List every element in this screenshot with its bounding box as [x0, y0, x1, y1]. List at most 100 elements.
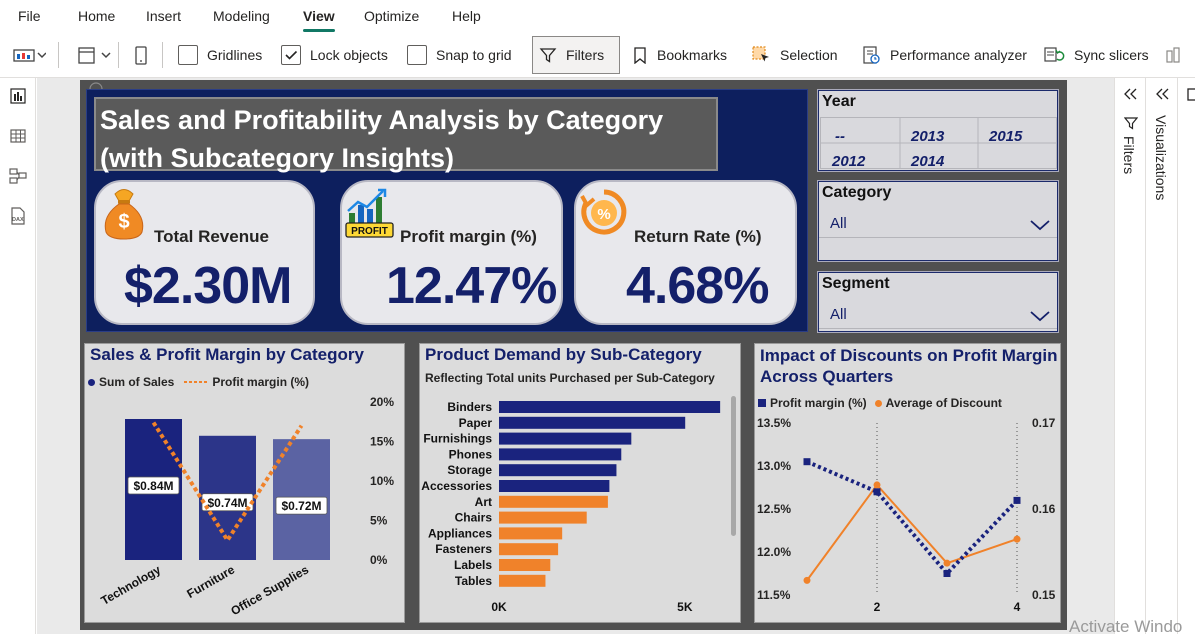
selection-icon [752, 46, 769, 62]
table-view-icon[interactable] [8, 126, 28, 146]
report-title: Sales and Profitability Analysis by Cate… [100, 105, 664, 173]
active-tab-indicator [303, 29, 335, 32]
data-label: $0.74M [207, 496, 247, 510]
y-tick-label: Appliances [428, 526, 492, 540]
kpi-label: Profit margin (%) [400, 227, 537, 246]
more-ribbon-button[interactable] [1158, 36, 1190, 74]
y-tick-label: Tables [455, 574, 492, 588]
segment-slicer: Segment All [817, 271, 1059, 333]
gridlines-checkbox[interactable] [178, 45, 198, 65]
demand-bar [499, 480, 610, 492]
kpi-label: Total Revenue [154, 227, 269, 246]
report-title-box[interactable]: Sales and Profitability Analysis by Cate… [94, 97, 718, 173]
sync-slicers-button[interactable]: Sync slicers [1037, 36, 1155, 74]
snap-to-grid-checkbox[interactable] [407, 45, 427, 65]
y2-tick-label: 10% [370, 474, 394, 488]
demand-bar [499, 416, 686, 429]
demand-bar [499, 574, 546, 587]
category-chart-panel[interactable]: Sales & Profit Margin by Category Sum of… [84, 343, 405, 623]
profit-margin-point [943, 570, 951, 577]
y-tick-label: 11.5% [757, 588, 791, 602]
y-tick-label: Binders [447, 400, 492, 414]
category-dropdown[interactable]: All [819, 209, 1057, 238]
dropdown-value: All [830, 306, 847, 323]
page-view-button[interactable] [6, 36, 52, 74]
scrollbar[interactable] [731, 396, 736, 536]
menu-file[interactable]: File [18, 8, 41, 24]
discount-point [803, 576, 811, 584]
y-tick-label: Furnishings [423, 432, 492, 446]
separator [162, 42, 163, 68]
lock-objects-checkbox[interactable] [281, 45, 301, 65]
demand-bar [499, 432, 632, 445]
menu-optimize[interactable]: Optimize [364, 8, 419, 24]
y-tick-label: Paper [459, 416, 493, 430]
y2-tick-label: 0.15 [1032, 588, 1056, 602]
x-tick-label: 0K [491, 600, 507, 614]
discount-chart-panel[interactable]: Impact of Discounts on Profit Margin Acr… [754, 343, 1061, 623]
kpi-value: 4.68% [626, 257, 769, 315]
kpi-label: Return Rate (%) [634, 227, 762, 246]
kpi-card-total-revenue[interactable]: $ Total Revenue $2.30M [94, 180, 315, 325]
selection-button[interactable]: Selection [745, 36, 844, 74]
y2-tick-label: 5% [370, 514, 388, 528]
menu-help[interactable]: Help [452, 8, 481, 24]
year-option[interactable]: 2014 [911, 153, 944, 170]
menu-modeling[interactable]: Modeling [213, 8, 270, 24]
gridlines-toggle[interactable]: Gridlines [172, 36, 268, 74]
svg-text:%: % [597, 206, 610, 223]
menu-insert[interactable]: Insert [146, 8, 181, 24]
demand-bar [499, 527, 563, 540]
return-percent-icon: % [580, 189, 627, 235]
discount-point [943, 559, 951, 567]
filters-pane-collapsed[interactable]: Filters [1115, 78, 1146, 634]
expand-chevrons-icon[interactable] [1123, 88, 1137, 100]
page-layout-button[interactable] [68, 36, 118, 74]
year-option[interactable]: -- [835, 128, 845, 145]
dropdown-value: All [830, 215, 847, 232]
view-switcher-rail: DAX [0, 78, 36, 634]
kpi-value: $2.30M [124, 257, 292, 315]
visualizations-pane-collapsed[interactable]: Visualizations [1147, 78, 1178, 634]
kpi-value: 12.47% [386, 257, 557, 315]
data-pane-edge-icon[interactable] [1187, 88, 1195, 102]
demand-bar [499, 543, 559, 556]
view-ribbon: Gridlines Lock objects Snap to grid Filt… [0, 34, 1195, 78]
expand-chevrons-icon[interactable] [1155, 88, 1169, 100]
subcategory-chart-panel[interactable]: Product Demand by Sub-Category Reflectin… [419, 343, 741, 623]
menu-view[interactable]: View [303, 8, 335, 24]
y-tick-label: 13.5% [757, 416, 791, 430]
bookmarks-label: Bookmarks [657, 47, 728, 63]
year-option[interactable]: 2013 [911, 128, 944, 145]
svg-text:$: $ [118, 211, 129, 233]
menu-bar: File Home Insert Modeling View Optimize … [0, 0, 1195, 34]
filters-pane-label: Filters [1121, 136, 1137, 175]
selection-label: Selection [780, 47, 838, 63]
profit-chart-icon: PROFIT [345, 188, 394, 238]
model-view-icon[interactable] [8, 166, 28, 186]
segment-dropdown[interactable]: All [819, 300, 1057, 329]
filters-button[interactable]: Filters [532, 36, 620, 74]
year-option[interactable]: 2012 [832, 153, 865, 170]
page-view-icon [13, 49, 46, 62]
dax-query-view-icon[interactable]: DAX [8, 206, 28, 226]
subcategory-bar-chart: Binders Paper FurnishingsPhones Storage Acce… [421, 400, 721, 614]
data-label: $0.84M [133, 479, 173, 493]
mobile-layout-button[interactable] [128, 36, 154, 74]
snap-to-grid-toggle[interactable]: Snap to grid [401, 36, 518, 74]
filter-icon [1124, 117, 1138, 130]
lock-objects-toggle[interactable]: Lock objects [275, 36, 394, 74]
bookmark-icon [634, 47, 646, 64]
kpi-card-return-rate[interactable]: % Return Rate (%) 4.68% [574, 180, 797, 325]
report-view-icon[interactable] [8, 86, 28, 106]
demand-bar [499, 511, 587, 524]
y2-tick-label: 20% [370, 395, 394, 409]
kpi-card-profit-margin[interactable]: PROFIT Profit margin (%) 12.47% [340, 180, 563, 325]
profit-margin-point [803, 458, 811, 466]
year-option[interactable]: 2015 [989, 128, 1022, 145]
y2-tick-label: 15% [370, 435, 394, 449]
bookmarks-button[interactable]: Bookmarks [626, 36, 733, 74]
performance-analyzer-button[interactable]: Performance analyzer [855, 36, 1033, 74]
demand-bar [499, 464, 617, 477]
menu-home[interactable]: Home [78, 8, 115, 24]
